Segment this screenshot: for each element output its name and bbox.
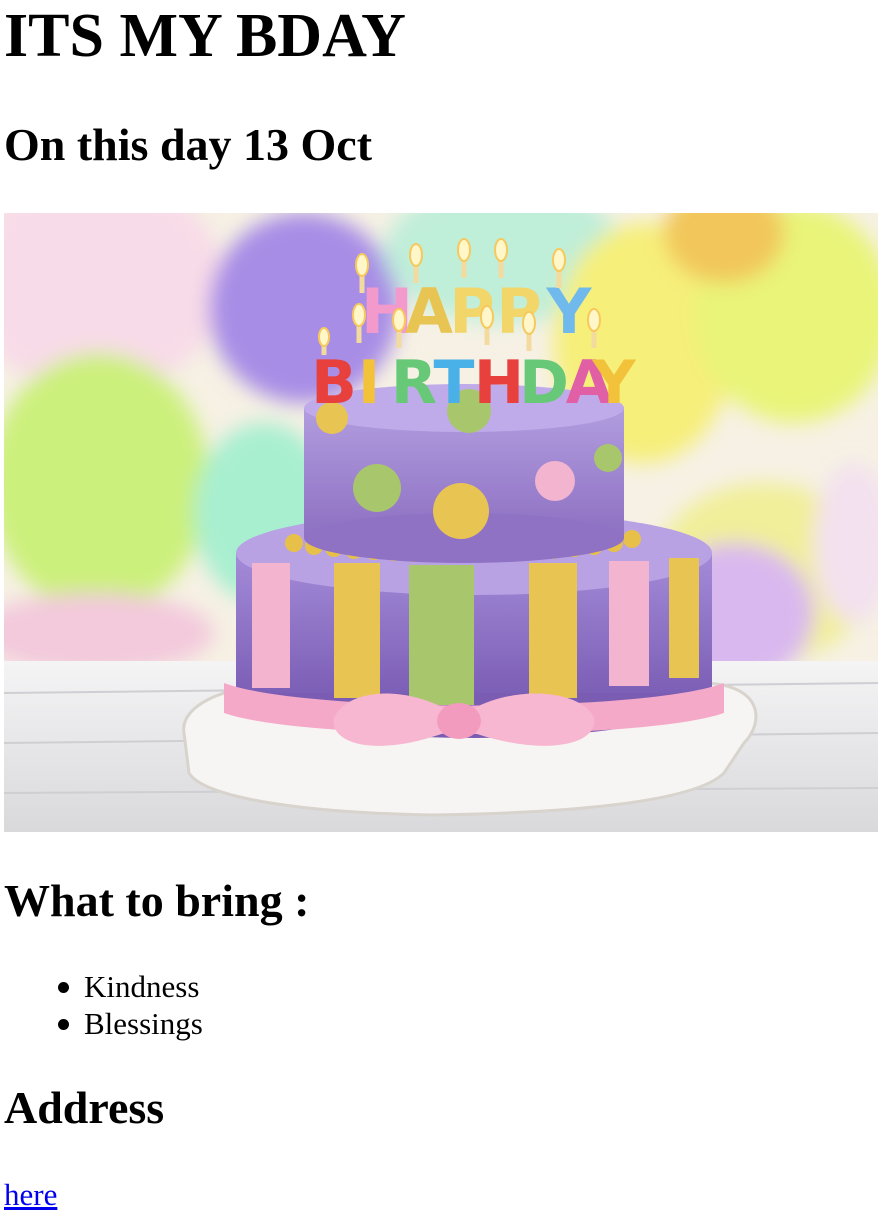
list-item: Kindness	[0, 968, 203, 1005]
page-title: ITS MY BDAY	[4, 2, 406, 70]
bullet-icon	[58, 982, 69, 993]
what-to-bring-heading: What to bring :	[4, 875, 310, 926]
page-subtitle: On this day 13 Oct	[4, 119, 373, 170]
address-link[interactable]: here	[4, 1176, 57, 1213]
bring-list: Kindness Blessings	[0, 968, 203, 1042]
bullet-icon	[58, 1019, 69, 1030]
svg-text:H: H	[474, 348, 524, 418]
svg-text:D: D	[519, 348, 569, 418]
list-item: Blessings	[0, 1005, 203, 1042]
svg-text:R: R	[391, 348, 437, 418]
svg-text:B: B	[311, 348, 357, 418]
svg-text:P: P	[496, 275, 541, 348]
svg-text:Y: Y	[591, 348, 637, 418]
list-item-text: Kindness	[84, 969, 200, 1004]
svg-text:T: T	[434, 348, 475, 418]
page: ITS MY BDAY On this day 13 Oct H A P P Y…	[0, 0, 878, 1224]
address-heading: Address	[4, 1082, 165, 1133]
svg-text:I: I	[358, 348, 380, 418]
svg-text:Y: Y	[546, 275, 593, 348]
birthday-cake-image: H A P P Y B I R T H D A Y	[4, 213, 878, 832]
list-item-text: Blessings	[84, 1006, 203, 1041]
svg-text:A: A	[405, 275, 453, 348]
